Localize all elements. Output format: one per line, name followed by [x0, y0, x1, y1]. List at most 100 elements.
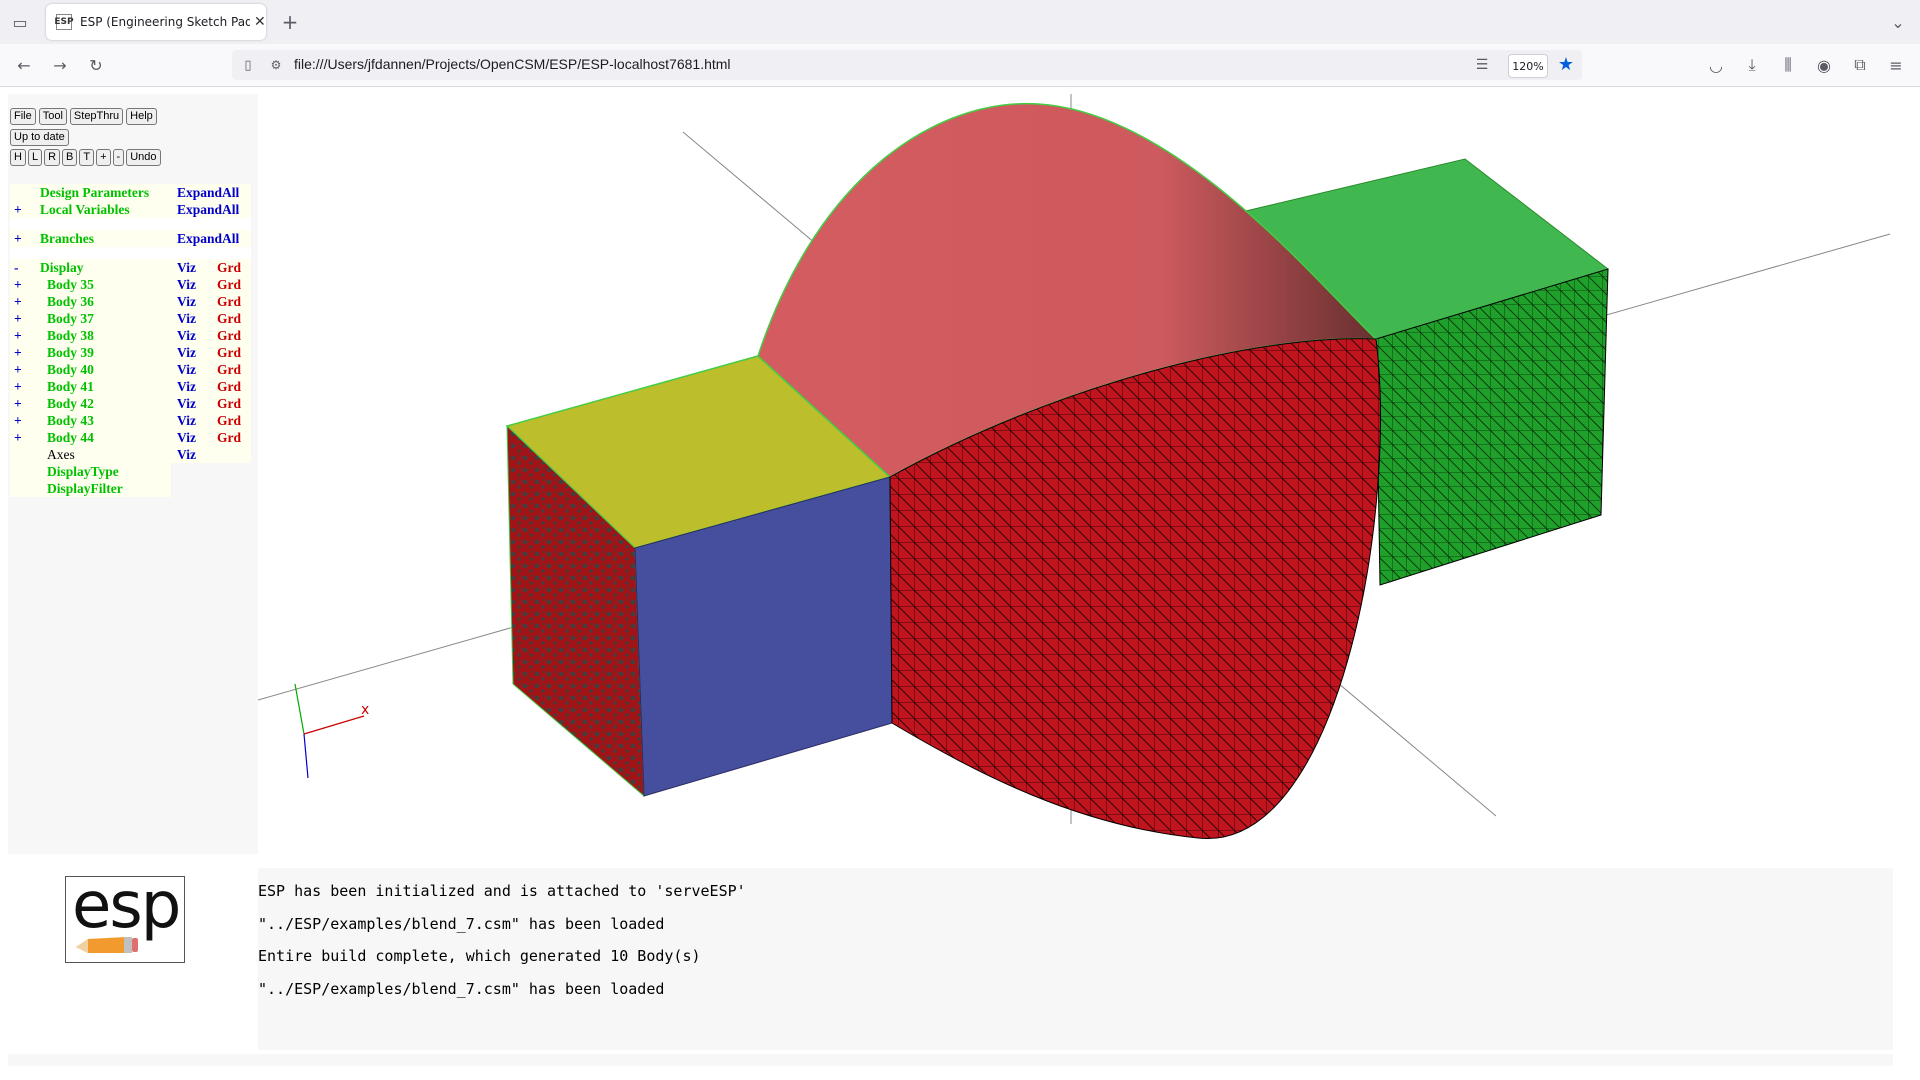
downloads-icon[interactable]: ⤓ [1738, 51, 1766, 79]
back-icon[interactable]: ← [10, 51, 38, 79]
tree-row-local-variables: + Local Variables ExpandAll [10, 201, 251, 218]
tree-row-body: + Body 42 Viz Grd [10, 395, 251, 412]
menu-icon[interactable]: ≡ [1882, 51, 1910, 79]
body-viz-toggle[interactable]: Viz [171, 327, 213, 344]
body-viz-toggle[interactable]: Viz [171, 412, 213, 429]
tool-button[interactable]: Tool [38, 108, 67, 125]
view-bottom-button[interactable]: B [62, 149, 78, 166]
tree-row-design-parameters: Design Parameters ExpandAll [10, 184, 251, 201]
body-toggle[interactable]: + [10, 293, 38, 310]
body-viz-toggle[interactable]: Viz [171, 276, 213, 293]
bookmark-star-icon[interactable]: ★ [1552, 50, 1580, 78]
body-toggle[interactable]: + [10, 310, 38, 327]
close-tab-icon[interactable]: ✕ [254, 14, 266, 30]
local-variables-expandall[interactable]: ExpandAll [171, 201, 251, 218]
body-label[interactable]: Body 43 [38, 412, 171, 429]
body-grd-toggle[interactable]: Grd [213, 327, 251, 344]
body-label[interactable]: Body 40 [38, 361, 171, 378]
branches-expandall[interactable]: ExpandAll [171, 230, 251, 247]
tree-row-displaytype: DisplayType [10, 463, 251, 480]
body-label[interactable]: Body 41 [38, 378, 171, 395]
design-parameters-expandall[interactable]: ExpandAll [171, 184, 251, 201]
browser-tab[interactable]: ESP ESP (Engineering Sketch Pad, V ✕ [46, 4, 266, 40]
body-grd-toggle[interactable]: Grd [213, 361, 251, 378]
body-grd-toggle[interactable]: Grd [213, 429, 251, 446]
body-label[interactable]: Body 39 [38, 344, 171, 361]
local-variables-toggle[interactable]: + [10, 201, 38, 218]
new-tab-icon[interactable]: + [276, 8, 304, 36]
body-label[interactable]: Body 42 [38, 395, 171, 412]
body-grd-toggle[interactable]: Grd [213, 378, 251, 395]
display-type-label[interactable]: DisplayType [38, 463, 171, 480]
permissions-icon[interactable]: ⚙ [262, 51, 290, 79]
display-filter-label[interactable]: DisplayFilter [38, 480, 171, 497]
tab-bar: ▭ ESP ESP (Engineering Sketch Pad, V ✕ +… [0, 0, 1920, 44]
view-left-button[interactable]: L [27, 149, 43, 166]
body-grd-toggle[interactable]: Grd [213, 412, 251, 429]
body-grd-toggle[interactable]: Grd [213, 276, 251, 293]
library-icon[interactable]: ⫼ [1774, 51, 1802, 79]
file-button[interactable]: File [10, 108, 36, 125]
display-label[interactable]: Display [38, 259, 171, 276]
body-viz-toggle[interactable]: Viz [171, 378, 213, 395]
body-toggle[interactable]: + [10, 378, 38, 395]
display-toggle[interactable]: - [10, 259, 38, 276]
view-top-button[interactable]: T [79, 149, 95, 166]
body-viz-toggle[interactable]: Viz [171, 429, 213, 446]
body-toggle[interactable]: + [10, 361, 38, 378]
body-grd-toggle[interactable]: Grd [213, 344, 251, 361]
axes-viz-toggle[interactable]: Viz [171, 446, 213, 463]
forward-icon[interactable]: → [46, 51, 74, 79]
body-label[interactable]: Body 38 [38, 327, 171, 344]
url-text[interactable]: file:///Users/jfdannen/Projects/OpenCSM/… [294, 56, 731, 72]
message-line: "../ESP/examples/blend_7.csm" has been l… [258, 915, 665, 933]
display-grd-toggle[interactable]: Grd [213, 259, 251, 276]
body-label[interactable]: Body 37 [38, 310, 171, 327]
body-label[interactable]: Body 44 [38, 429, 171, 446]
reader-view-icon[interactable]: ☰ [1468, 51, 1496, 79]
body-toggle[interactable]: + [10, 276, 38, 293]
account-icon[interactable]: ◉ [1810, 51, 1838, 79]
body-toggle[interactable]: + [10, 395, 38, 412]
body-grd-toggle[interactable]: Grd [213, 310, 251, 327]
body-toggle[interactable]: + [10, 412, 38, 429]
branches-label[interactable]: Branches [38, 230, 171, 247]
chevron-down-icon[interactable]: ⌄ [1884, 8, 1912, 36]
tab-list-icon[interactable]: ▭ [6, 8, 34, 36]
stepthru-button[interactable]: StepThru [69, 108, 124, 125]
favicon-icon: ESP [54, 14, 74, 30]
tree-row-body: + Body 41 Viz Grd [10, 378, 251, 395]
model-view[interactable]: x [257, 94, 1893, 856]
tree-row-body: + Body 38 Viz Grd [10, 327, 251, 344]
body-grd-toggle[interactable]: Grd [213, 293, 251, 310]
help-button[interactable]: Help [126, 108, 157, 125]
body-grd-toggle[interactable]: Grd [213, 395, 251, 412]
design-parameters-label[interactable]: Design Parameters [38, 184, 171, 201]
body-toggle[interactable]: + [10, 327, 38, 344]
body-viz-toggle[interactable]: Viz [171, 293, 213, 310]
zoom-out-button[interactable]: - [112, 149, 125, 166]
body-viz-toggle[interactable]: Viz [171, 361, 213, 378]
tree-row-body: + Body 35 Viz Grd [10, 276, 251, 293]
body-toggle[interactable]: + [10, 344, 38, 361]
view-home-button[interactable]: H [10, 149, 26, 166]
branches-toggle[interactable]: + [10, 230, 38, 247]
body-viz-toggle[interactable]: Viz [171, 310, 213, 327]
body-viz-toggle[interactable]: Viz [171, 395, 213, 412]
display-viz-toggle[interactable]: Viz [171, 259, 213, 276]
undo-button[interactable]: Undo [126, 149, 161, 166]
status-button[interactable]: Up to date [10, 129, 69, 146]
body-label[interactable]: Body 36 [38, 293, 171, 310]
pocket-icon[interactable]: ◡ [1702, 51, 1730, 79]
graphics-canvas[interactable]: x [257, 94, 1893, 856]
body-viz-toggle[interactable]: Viz [171, 344, 213, 361]
local-variables-label[interactable]: Local Variables [38, 201, 171, 218]
tree-row-body: + Body 44 Viz Grd [10, 429, 251, 446]
zoom-in-button[interactable]: + [96, 149, 111, 166]
view-right-button[interactable]: R [44, 149, 61, 166]
body-label[interactable]: Body 35 [38, 276, 171, 293]
body-toggle[interactable]: + [10, 429, 38, 446]
zoom-level[interactable]: 120% [1508, 54, 1548, 78]
extensions-icon[interactable]: ⧉ [1846, 51, 1874, 79]
reload-icon[interactable]: ↻ [82, 51, 110, 79]
